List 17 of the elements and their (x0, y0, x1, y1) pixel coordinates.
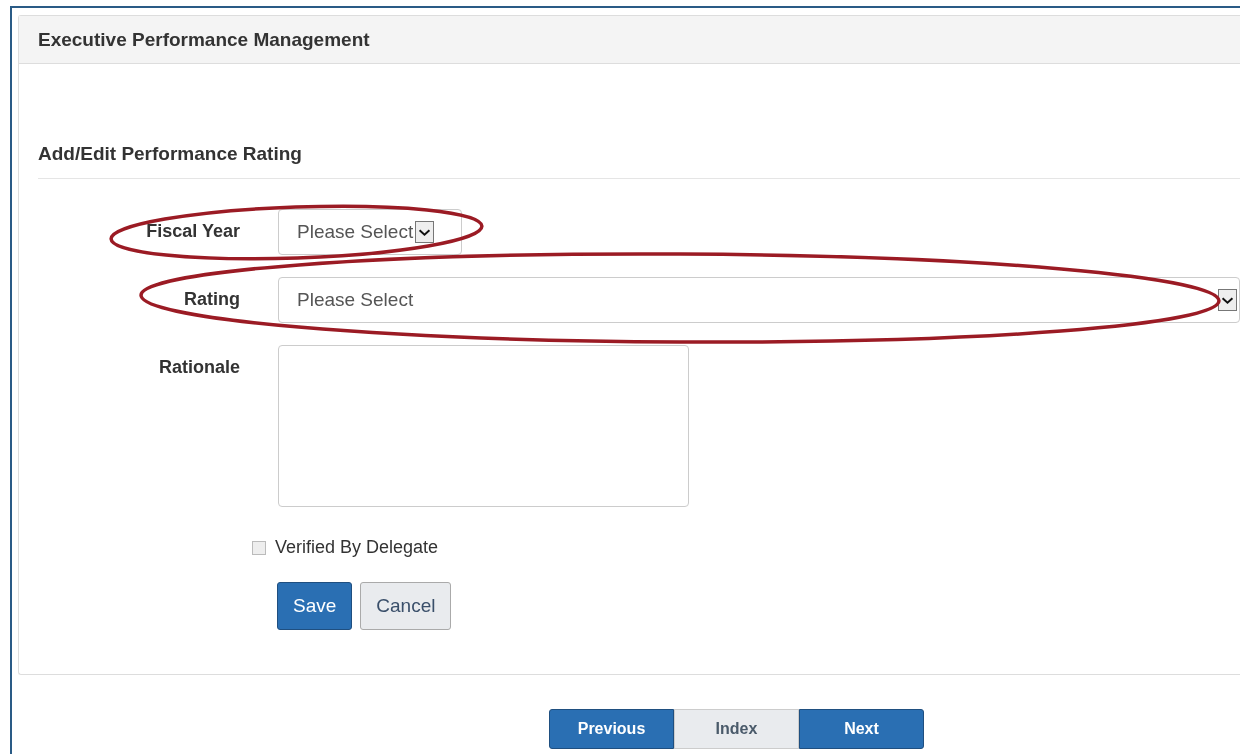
caret-icon (1218, 289, 1237, 311)
checkbox-label: Verified By Delegate (275, 537, 439, 558)
field-label: Fiscal Year (145, 220, 240, 242)
field-label: Rationale (157, 356, 240, 378)
pager-button[interactable]: Previous (549, 709, 674, 749)
field-label: Rating (183, 288, 240, 310)
save-button[interactable]: Save (277, 582, 353, 630)
rationale-field[interactable] (278, 345, 689, 507)
cancel-button[interactable]: Cancel (360, 582, 452, 630)
pager-button[interactable]: Next (799, 709, 924, 749)
select-field[interactable]: Please Select (278, 277, 1240, 323)
form-heading: Add/Edit Performance Rating (38, 143, 302, 165)
checkbox[interactable] (252, 540, 266, 555)
caret-icon (415, 221, 435, 243)
panel-title: Executive Performance Management (38, 28, 370, 51)
pager-button[interactable]: Index (674, 709, 799, 749)
select-field[interactable]: Please Select (278, 209, 462, 255)
